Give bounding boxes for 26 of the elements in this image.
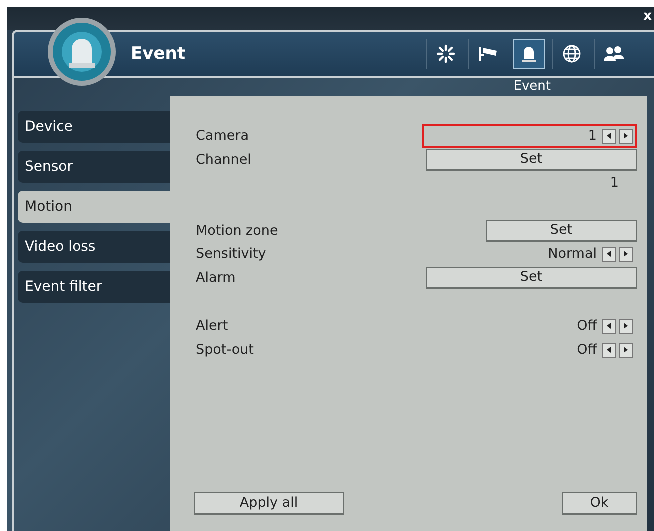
section-title: Event (514, 78, 551, 96)
field-label: Sensitivity (196, 246, 266, 262)
ok-button[interactable]: Ok (562, 492, 637, 515)
set-button[interactable]: Set (426, 266, 637, 288)
field-label: Spot-out (196, 342, 254, 358)
apply-all-button[interactable]: Apply all (194, 492, 344, 515)
close-button[interactable]: x (644, 7, 654, 23)
field-label: Camera (196, 128, 249, 144)
value-stepper[interactable]: Off (422, 338, 637, 362)
field-label: Alert (196, 318, 228, 334)
field-label: Alarm (196, 270, 236, 286)
window-title: Event (131, 44, 186, 64)
value-stepper[interactable]: Normal (422, 242, 637, 266)
set-button[interactable]: Set (486, 220, 637, 242)
field-label: Channel (196, 152, 252, 168)
sidebar-item[interactable]: Sensor (18, 151, 170, 183)
value-stepper[interactable]: 1 (422, 124, 637, 148)
value-stepper[interactable]: Off (422, 314, 637, 338)
sidebar-item[interactable]: Video loss (18, 231, 170, 263)
set-button[interactable]: Set (426, 148, 637, 170)
sidebar-item[interactable]: Event filter (18, 271, 170, 303)
sidebar-item[interactable]: Motion (18, 191, 170, 223)
sidebar-item[interactable]: Device (18, 111, 170, 143)
channel-value: 1 (609, 174, 620, 190)
alarm-light-icon[interactable] (513, 39, 545, 69)
field-label: Motion zone (196, 222, 278, 238)
